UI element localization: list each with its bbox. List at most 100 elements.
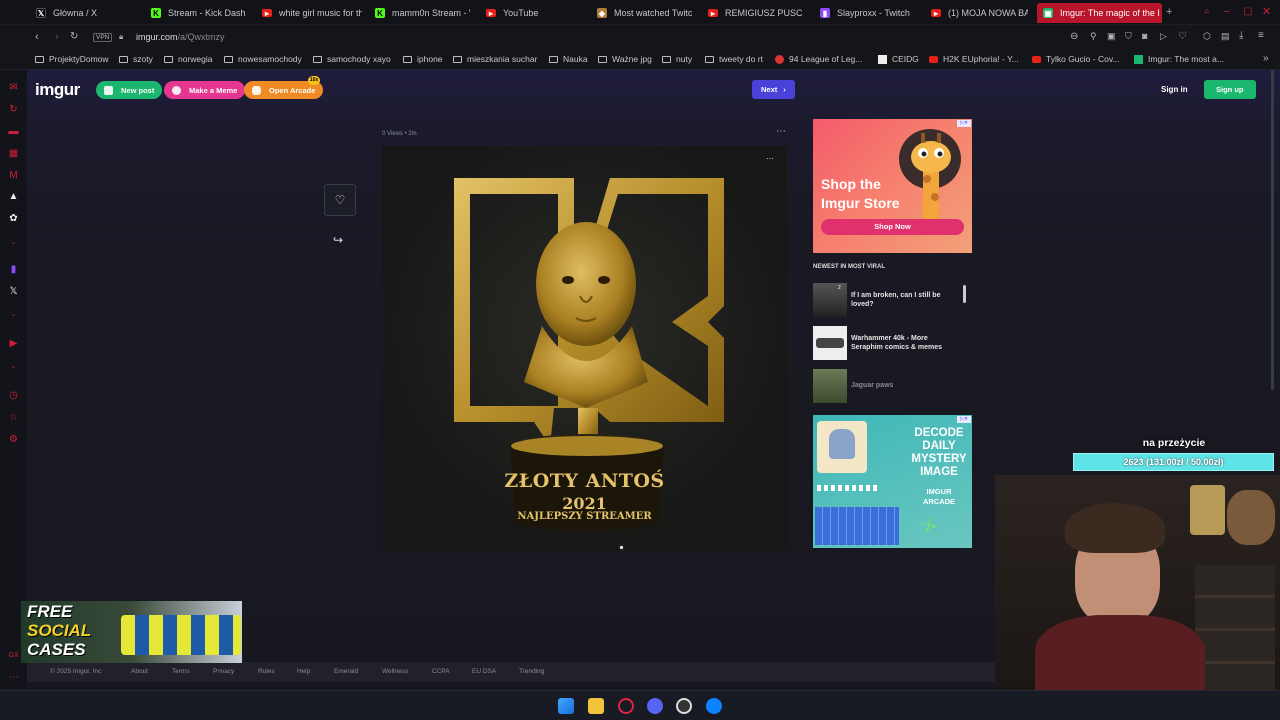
footer-link-privacy[interactable]: Privacy [213, 668, 234, 675]
ad-choices-icon[interactable]: ▷✕ [957, 416, 971, 423]
new-tab-icon[interactable]: + [1166, 6, 1172, 18]
aria-icon[interactable]: ▲ [8, 191, 19, 202]
viral-item[interactable]: 2 If I am broken, can I still be loved? [813, 283, 972, 319]
shield-icon[interactable]: ⛉ [1125, 31, 1132, 42]
pin-icon[interactable]: ⚲ [1090, 31, 1097, 42]
settings-icon[interactable]: ⚙ [8, 434, 19, 445]
tab-youtube-music[interactable]: ▸ white girl music for th [262, 3, 362, 23]
tab-imgur-active[interactable]: ▣ Imgur: The magic of the I [1037, 3, 1162, 23]
bookmark-tylko-gucio[interactable]: Tylko Gucio - Cov... [1032, 54, 1120, 64]
bookmark-folder[interactable]: Nauka [549, 54, 588, 64]
wallet-icon[interactable]: ▬ [8, 126, 19, 137]
tab-twitch-slayproxx[interactable]: ▮ Slayproxx - Twitch [820, 3, 915, 23]
extensions-icon[interactable]: ⬡ [1203, 31, 1211, 42]
twitch-icon[interactable]: ▮ [8, 264, 19, 275]
bookmark-h2k[interactable]: H2K EUphoria! - Y... [929, 54, 1019, 64]
favorite-button[interactable]: ♡ [324, 184, 356, 216]
flow-icon[interactable]: ▦ [8, 148, 19, 159]
messenger-icon[interactable] [706, 698, 722, 714]
zoom-icon[interactable]: ⊖ [1070, 31, 1078, 42]
store-ad[interactable]: ▷✕ Shop the Imgur Store Shop Now [813, 119, 972, 253]
scroll-indicator[interactable] [963, 285, 966, 303]
play-icon[interactable]: ▷ [1160, 31, 1167, 42]
download-icon[interactable]: ⤓ [1239, 30, 1243, 41]
player-icon[interactable]: ▶ [8, 338, 19, 349]
post-options-icon[interactable]: ⋯ [776, 126, 786, 137]
vpn-badge[interactable]: VPN [93, 33, 113, 42]
footer-link-trending[interactable]: Trending [519, 668, 544, 675]
bookmark-folder[interactable]: ProjektyDomow [35, 54, 109, 64]
folder-icon[interactable]: ▤ [1221, 31, 1230, 42]
mail-icon[interactable]: ✉ [8, 82, 19, 93]
footer-link-wellness[interactable]: Wellness [382, 668, 408, 675]
bookmarks-icon[interactable]: ☆ [8, 412, 19, 423]
viral-item[interactable]: Jaguar paws [813, 369, 972, 405]
sign-up-button[interactable]: Sign up [1204, 80, 1256, 99]
more-icon[interactable]: ⋯ [8, 672, 19, 683]
heart-icon[interactable]: ♡ [1178, 31, 1187, 42]
close-icon[interactable]: ✕ [1262, 5, 1271, 18]
bookmark-folder[interactable]: nuty [662, 54, 692, 64]
bookmark-folder[interactable]: nowesamochody [224, 54, 302, 64]
bookmark-ceidg[interactable]: CEIDG [878, 54, 919, 64]
bookmark-folder[interactable]: samochody xayo [313, 54, 391, 64]
bookmark-folder[interactable]: norwegia [164, 54, 213, 64]
bookmark-lol[interactable]: 94 League of Leg... [775, 54, 862, 64]
tab-youtube-remigiusz[interactable]: ▸ REMIGIUSZ PUSCH I [708, 3, 803, 23]
discord-icon[interactable] [647, 698, 663, 714]
bookmark-imgur[interactable]: Imgur: The most a... [1134, 54, 1224, 64]
back-icon[interactable]: ‹ [35, 31, 39, 43]
file-explorer-icon[interactable] [588, 698, 604, 714]
shop-now-button[interactable]: Shop Now [821, 219, 964, 235]
tab-kick-dashboard[interactable]: K Stream - Kick Dashb [151, 3, 246, 23]
footer-link-rules[interactable]: Rules [258, 668, 275, 675]
minimize-icon[interactable]: – [1224, 6, 1230, 17]
footer-link-help[interactable]: Help [297, 668, 310, 675]
sign-in-link[interactable]: Sign in [1161, 85, 1188, 94]
gmail-icon[interactable]: M [8, 170, 19, 181]
tab-twitchtracker[interactable]: ◆ Most watched Twitc [597, 3, 692, 23]
sword-icon: ⚔ [916, 512, 941, 538]
new-post-button[interactable]: New post [96, 81, 163, 99]
more-bookmarks-icon[interactable]: » [1263, 53, 1269, 64]
make-meme-button[interactable]: Make a Meme [164, 81, 246, 99]
viral-item[interactable]: Warhammer 40k - More Seraphim comics & m… [813, 326, 972, 362]
forward-icon[interactable]: › [55, 31, 59, 43]
history-icon[interactable]: ↻ [8, 104, 19, 115]
bookmark-folder[interactable]: szoty [119, 54, 153, 64]
bookmark-folder[interactable]: tweety do rt [705, 54, 763, 64]
obs-icon[interactable] [676, 698, 692, 714]
arcade-brand: IMGUR ARCADE [913, 487, 965, 507]
footer-link-terms[interactable]: Terms [172, 668, 190, 675]
post-image[interactable]: ⋯ ZŁOTY ANTOŚ 2021 NAJLEPSZY STREAMER [382, 146, 787, 551]
tab-x-home[interactable]: 𝕏 Główna / X [36, 3, 140, 23]
tab-kick-mammon[interactable]: Kmamm0n Stream - W [375, 3, 470, 23]
share-icon[interactable]: ↪ [333, 233, 343, 247]
gx-icon[interactable]: GX [8, 650, 19, 661]
reload-icon[interactable]: ↻ [70, 31, 78, 42]
windows-start-icon[interactable] [558, 698, 574, 714]
page-scrollbar[interactable] [1271, 70, 1274, 390]
clock-icon[interactable]: ◷ [8, 390, 19, 401]
imgur-logo[interactable]: imgur [35, 80, 80, 100]
x-icon[interactable]: 𝕏 [8, 286, 19, 297]
footer-link-ccpa[interactable]: CCPA [432, 668, 450, 675]
footer-link-emerald[interactable]: Emerald [334, 668, 358, 675]
footer-link-eu-dsa[interactable]: EU DSA [472, 668, 496, 675]
menu-icon[interactable]: ≡ [1258, 30, 1264, 41]
bookmark-folder[interactable]: iphone [403, 54, 443, 64]
camera-icon[interactable]: ◙ [1142, 31, 1147, 41]
chatgpt-icon[interactable]: ✿ [8, 213, 19, 224]
maximize-icon[interactable]: ▢ [1243, 6, 1252, 17]
tab-youtube[interactable]: ▸ YouTube [486, 3, 576, 23]
tab-youtube-moja-nowa[interactable]: ▸ (1) MOJA NOWA BAZ [931, 3, 1028, 23]
screenshot-icon[interactable]: ▣ [1107, 31, 1116, 42]
opera-gx-icon[interactable] [618, 698, 634, 714]
bookmark-folder[interactable]: mieszkania suchar [453, 54, 537, 64]
arcade-ad[interactable]: ▷✕ DECODE DAILY MYSTERY IMAGE IMGUR ARCA… [813, 415, 972, 548]
search-tabs-icon[interactable]: ⌕ [1204, 6, 1210, 17]
next-button[interactable]: Next › [752, 80, 795, 99]
bookmark-folder[interactable]: Ważne jpg [598, 54, 652, 64]
url-field[interactable]: imgur.com/a/Qwxtmzy [136, 32, 225, 42]
footer-link-about[interactable]: About [131, 668, 148, 675]
